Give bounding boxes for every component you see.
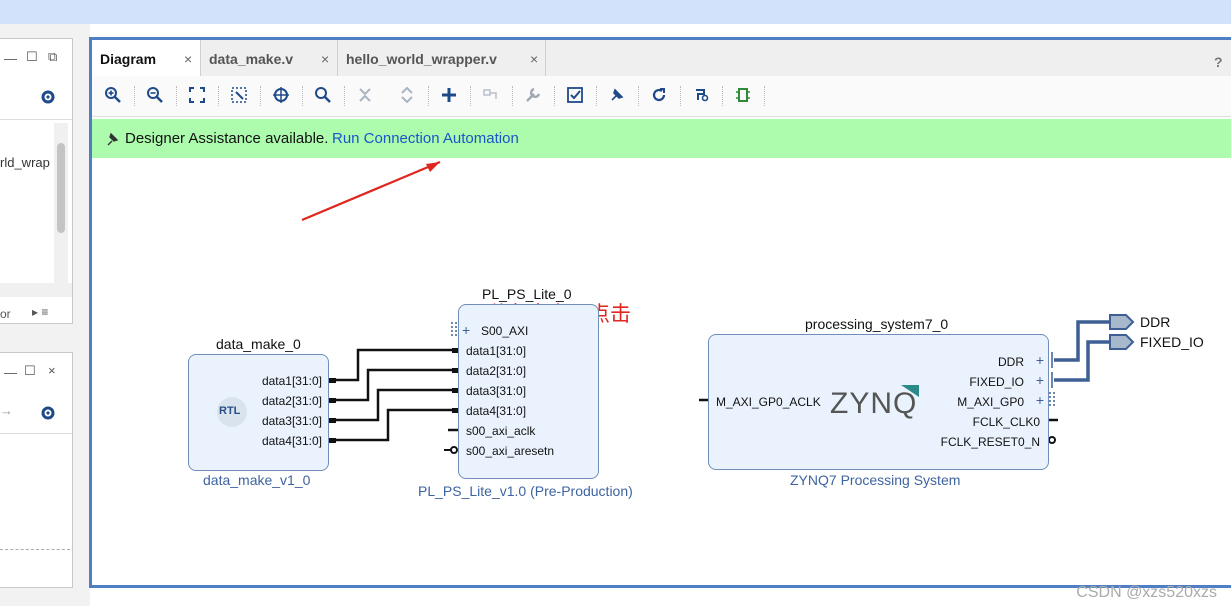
tab-diagram[interactable]: Diagram × xyxy=(92,40,200,76)
title-bar-strip xyxy=(0,0,1231,24)
close-icon[interactable]: × xyxy=(530,52,538,66)
make-external-icon[interactable] xyxy=(480,84,502,106)
minimize-icon[interactable]: — xyxy=(4,51,17,66)
port-data2: data2[31:0] xyxy=(261,394,322,408)
zoom-area-icon[interactable] xyxy=(228,84,250,106)
wrench-icon[interactable] xyxy=(522,84,544,106)
pl-ps-lite-block[interactable]: + S00_AXI data1[31:0] data2[31:0] data3[… xyxy=(458,304,599,479)
forward-icon[interactable]: → xyxy=(0,403,13,418)
port-ddr: DDR xyxy=(998,355,1024,369)
designer-assistance-banner: Designer Assistance available. Run Conne… xyxy=(92,119,1231,158)
port-data4: data4[31:0] xyxy=(466,404,527,418)
diagram-window: Diagram × data_make.v × hello_world_wrap… xyxy=(89,37,1231,588)
collapse-icon[interactable] xyxy=(354,84,376,106)
expand-fixed-io-icon[interactable]: + xyxy=(1036,373,1044,387)
pl-ps-lite-type-label: PL_PS_Lite_v1.0 (Pre-Production) xyxy=(418,483,633,499)
editor-tab-bar: Diagram × data_make.v × hello_world_wrap… xyxy=(92,40,1231,77)
run-connection-automation-link[interactable]: Run Connection Automation xyxy=(332,130,519,147)
rtl-logo: RTL xyxy=(217,397,247,427)
data-make-block[interactable]: RTL data1[31:0] data2[31:0] data3[31:0] … xyxy=(188,354,329,471)
diagram-canvas[interactable]: 弹出这个，点击 DDR FIXED_IO data_make_0 RTL dat… xyxy=(92,158,1231,588)
port-m-axi-gp0-aclk: M_AXI_GP0_ACLK xyxy=(716,395,821,409)
crosshair-icon[interactable] xyxy=(270,84,292,106)
close-icon[interactable]: × xyxy=(48,363,56,378)
maximize-icon[interactable]: ☐ xyxy=(26,49,38,65)
diagram-toolbar xyxy=(92,76,1231,117)
help-icon[interactable]: ? xyxy=(1214,54,1223,70)
port-s00-axi-aclk: s00_axi_aclk xyxy=(466,424,536,438)
ps7-instance-name: processing_system7_0 xyxy=(805,316,949,332)
rtl-logo-text: RTL xyxy=(219,405,241,417)
maximize-icon[interactable]: ☐ xyxy=(24,363,36,379)
next-tab-icon[interactable]: ▸ ≡ xyxy=(32,305,48,319)
left-sidebar: — ☐ ⧉ rld_wrap or ▸ ≡ — ☐ × → xyxy=(0,24,90,606)
bus-nets xyxy=(1054,320,1110,382)
ps7-type-label: ZYNQ7 Processing System xyxy=(790,472,961,488)
validate-icon[interactable] xyxy=(564,84,586,106)
port-data2: data2[31:0] xyxy=(466,364,527,378)
port-data1: data1[31:0] xyxy=(261,374,322,388)
port-data3: data3[31:0] xyxy=(261,414,322,428)
fixed-io-port-icon[interactable] xyxy=(1109,334,1135,350)
refresh-icon[interactable] xyxy=(648,84,670,106)
tab-hello-world-wrapper[interactable]: hello_world_wrapper.v × xyxy=(337,40,546,76)
banner-message: Designer Assistance available. xyxy=(125,130,329,147)
zoom-in-icon[interactable] xyxy=(102,84,124,106)
search-icon[interactable] xyxy=(312,84,334,106)
horizontal-scrollbar[interactable] xyxy=(0,283,72,297)
port-data3: data3[31:0] xyxy=(466,384,527,398)
sources-panel: — ☐ ⧉ rld_wrap or ▸ ≡ xyxy=(0,38,73,324)
external-port-ddr[interactable]: DDR xyxy=(1140,314,1170,330)
data-make-type-label: data_make_v1_0 xyxy=(203,472,311,488)
port-fclk-clk0: FCLK_CLK0 xyxy=(972,415,1040,429)
tab-label: Diagram xyxy=(100,51,157,67)
port-m-axi-gp0: M_AXI_GP0 xyxy=(957,395,1024,409)
port-data1: data1[31:0] xyxy=(466,344,527,358)
tree-item-snippet[interactable]: rld_wrap xyxy=(0,155,50,170)
watermark-text: CSDN @xzs520xzs xyxy=(1076,584,1217,601)
zynq-ps7-block[interactable]: M_AXI_GP0_ACLK ZYNQ DDR FIXED_IO M_AXI_G… xyxy=(708,334,1049,470)
add-ip-icon[interactable] xyxy=(438,84,460,106)
pin-icon[interactable] xyxy=(606,84,628,106)
annotation-arrow xyxy=(301,160,441,222)
tab-label: hello_world_wrapper.v xyxy=(346,51,497,67)
data-make-instance-name: data_make_0 xyxy=(216,336,301,352)
gear-icon[interactable] xyxy=(40,89,56,105)
pin-icon xyxy=(107,132,119,146)
pl-ps-lite-instance-name: PL_PS_Lite_0 xyxy=(482,286,572,302)
properties-panel: — ☐ × → xyxy=(0,352,73,588)
expand-icon[interactable] xyxy=(396,84,418,106)
port-data4: data4[31:0] xyxy=(261,434,322,448)
port-s00-axi: S00_AXI xyxy=(481,324,529,338)
port-fclk-reset0-n: FCLK_RESET0_N xyxy=(940,435,1040,449)
port-s00-axi-aresetn: s00_axi_aresetn xyxy=(466,444,555,458)
minimize-icon[interactable]: — xyxy=(4,365,17,380)
close-icon[interactable]: × xyxy=(184,52,192,66)
vertical-scrollbar[interactable] xyxy=(54,123,68,283)
port-fixed-io: FIXED_IO xyxy=(969,375,1024,389)
chip-icon[interactable] xyxy=(732,84,754,106)
expand-bus-icon[interactable]: + xyxy=(462,323,470,337)
zoom-fit-icon[interactable] xyxy=(186,84,208,106)
expand-m-axi-gp0-icon[interactable]: + xyxy=(1036,393,1044,407)
sources-tab-snippet[interactable]: or xyxy=(0,307,11,321)
zynq-logo-mark xyxy=(901,385,919,397)
gear-icon[interactable] xyxy=(40,405,56,421)
optimize-routing-icon[interactable] xyxy=(690,84,712,106)
expand-ddr-icon[interactable]: + xyxy=(1036,353,1044,367)
zoom-out-icon[interactable] xyxy=(144,84,166,106)
tab-label: data_make.v xyxy=(209,51,294,67)
ddr-port-icon[interactable] xyxy=(1109,314,1135,330)
close-icon[interactable]: × xyxy=(321,52,329,66)
external-port-fixed-io[interactable]: FIXED_IO xyxy=(1140,334,1204,350)
float-icon[interactable]: ⧉ xyxy=(48,49,57,65)
tab-data-make[interactable]: data_make.v × xyxy=(200,40,337,76)
